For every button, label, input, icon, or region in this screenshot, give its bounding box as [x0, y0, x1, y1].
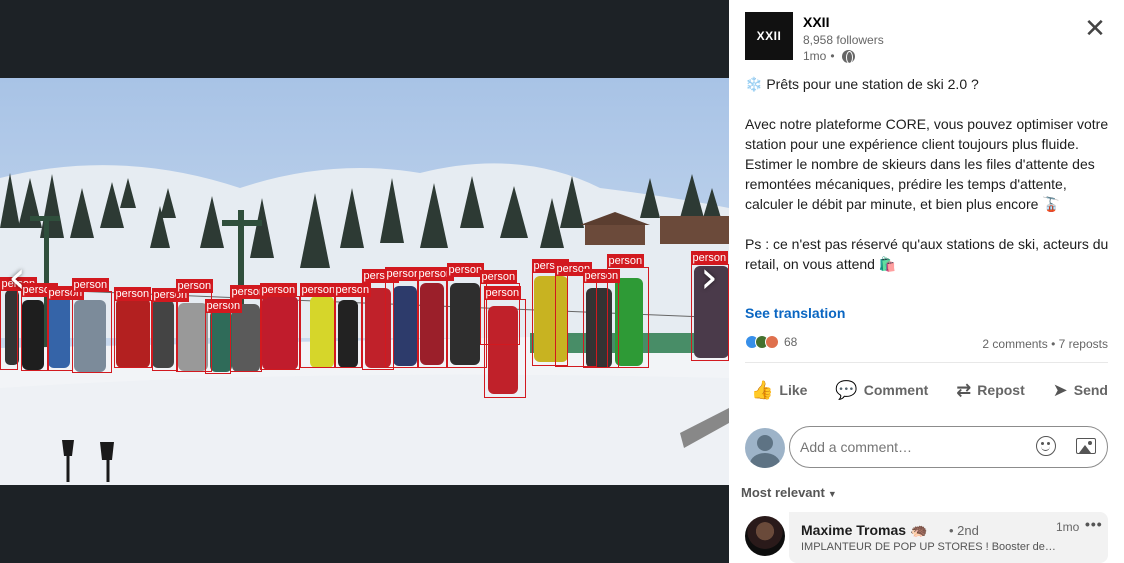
- detection-label: person: [259, 283, 298, 297]
- post-meta: 1mo •: [803, 49, 855, 64]
- comment-bubble: Maxime Tromas 🦔 • 2nd IMPLANTEUR DE POP …: [789, 512, 1108, 563]
- commenter-avatar[interactable]: [745, 516, 785, 556]
- comment-composer: [745, 426, 1110, 468]
- comment-icon: 💬: [835, 379, 858, 401]
- meta-separator: •: [830, 49, 835, 63]
- send-icon: ➤: [1052, 379, 1068, 401]
- post-paragraph: Avec notre plateforme CORE, vous pouvez …: [745, 116, 1109, 212]
- detection-box: person: [20, 283, 59, 371]
- repost-label: Repost: [977, 382, 1025, 398]
- detection-box: person: [151, 288, 190, 371]
- media-viewer: person person person person person perso…: [0, 0, 729, 563]
- divider: [745, 362, 1108, 363]
- send-label: Send: [1073, 382, 1108, 398]
- love-reaction-icon: [765, 335, 779, 349]
- detection-label: person: [113, 287, 152, 301]
- thumbs-up-icon: 👍: [751, 379, 774, 401]
- post-image: person person person person person perso…: [0, 78, 729, 485]
- company-name[interactable]: XXII: [803, 14, 829, 30]
- more-options-icon[interactable]: •••: [1085, 516, 1103, 532]
- detection-box: person: [113, 287, 152, 368]
- comment-time: 1mo: [1056, 520, 1080, 534]
- detection-label: person: [446, 263, 485, 277]
- company-logo[interactable]: XXII: [745, 12, 793, 60]
- detection-box: person: [416, 267, 455, 368]
- post-paragraph: Ps : ce n'est pas réservé qu'aux station…: [745, 236, 1109, 272]
- close-button[interactable]: ✕: [1080, 14, 1110, 44]
- globe-icon: [841, 49, 855, 64]
- repost-button[interactable]: ⇄ Repost: [950, 372, 1031, 408]
- chevron-down-icon: ▼: [827, 489, 837, 499]
- detection-label: person: [299, 283, 338, 297]
- chevron-right-icon[interactable]: ›: [694, 253, 724, 303]
- post-body: ❄️ Prêts pour une station de ski 2.0 ? A…: [745, 74, 1110, 294]
- see-translation-link[interactable]: See translation: [745, 305, 845, 321]
- connection-degree: • 2nd: [949, 523, 979, 538]
- detection-box: person: [259, 283, 300, 370]
- detection-box: person: [384, 267, 423, 368]
- detection-label: person: [479, 270, 518, 284]
- repost-icon: ⇄: [956, 379, 972, 401]
- like-button[interactable]: 👍 Like: [745, 372, 813, 408]
- post-time: 1mo: [803, 49, 827, 63]
- comment-label: Comment: [863, 382, 929, 398]
- detection-box: person: [333, 283, 372, 368]
- like-label: Like: [779, 382, 808, 398]
- image-icon[interactable]: [1076, 438, 1096, 454]
- sort-dropdown[interactable]: Most relevant ▼: [741, 485, 837, 500]
- detection-label: person: [71, 278, 110, 292]
- send-button[interactable]: ➤ Send: [1047, 372, 1114, 408]
- detection-box: person: [299, 283, 338, 368]
- reactions-count: 68: [784, 335, 798, 349]
- post-headline: ❄️ Prêts pour une station de ski 2.0 ?: [745, 76, 979, 92]
- post-panel: XXII XXII 8,958 followers 1mo • ✕ ❄️ Prê…: [729, 0, 1124, 563]
- detection-box: person: [606, 254, 649, 368]
- comment-item: Maxime Tromas 🦔 • 2nd IMPLANTEUR DE POP …: [745, 512, 1110, 563]
- reactions-summary[interactable]: 68: [745, 335, 797, 349]
- detection-box: person: [204, 299, 243, 374]
- commenter-headline: IMPLANTEUR DE POP UP STORES ! Booster de…: [801, 541, 1056, 553]
- social-counts[interactable]: 2 comments • 7 reposts: [982, 337, 1108, 351]
- detection-box: person: [46, 286, 85, 371]
- commenter-name[interactable]: Maxime Tromas 🦔: [801, 522, 927, 539]
- detection-box: person: [229, 285, 268, 372]
- detection-label: person: [483, 286, 522, 300]
- chevron-left-icon[interactable]: ‹: [2, 253, 32, 303]
- detection-label: person: [606, 254, 645, 268]
- detection-box: person: [71, 278, 112, 373]
- follower-count: 8,958 followers: [803, 33, 884, 47]
- comment-input[interactable]: [789, 426, 1108, 468]
- avatar[interactable]: [745, 428, 785, 468]
- action-bar: 👍 Like 💬 Comment ⇄ Repost ➤ Send: [745, 372, 1114, 408]
- comment-button[interactable]: 💬 Comment: [829, 372, 934, 408]
- detection-label: person: [175, 279, 214, 293]
- emoji-icon[interactable]: [1036, 436, 1056, 456]
- sort-label: Most relevant: [741, 485, 825, 500]
- detection-box: person: [483, 286, 526, 398]
